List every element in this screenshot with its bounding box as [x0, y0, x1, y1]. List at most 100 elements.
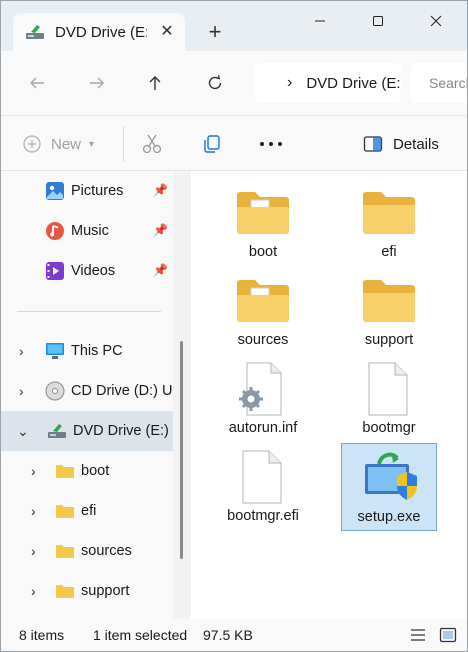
file-name: bootmgr	[362, 420, 416, 436]
sidebar-item-label: boot	[81, 463, 110, 479]
sidebar-item-label: CD Drive (D:) U	[71, 383, 173, 399]
file-icon	[368, 362, 408, 416]
maximize-icon	[373, 16, 383, 26]
copy-button[interactable]	[201, 126, 223, 162]
item-count: 8 items	[19, 627, 65, 643]
sidebar-item-folder-sources[interactable]: › sources	[1, 531, 173, 571]
dvd-drive-icon	[26, 25, 44, 39]
status-bar: 8 items 1 item selected 97.5 KB	[1, 619, 467, 651]
file-name: setup.exe	[357, 509, 421, 525]
details-button[interactable]: Details	[363, 126, 439, 162]
file-name: sources	[237, 332, 289, 348]
chevron-right-icon[interactable]: ›	[19, 383, 24, 399]
sidebar-item-pictures[interactable]: Pictures 📌	[1, 171, 173, 211]
command-separator	[123, 126, 124, 162]
sidebar-item-folder-boot[interactable]: › boot	[1, 451, 173, 491]
up-arrow-icon	[149, 76, 161, 90]
navigation-scrollbar[interactable]	[180, 341, 183, 559]
chevron-right-icon[interactable]: ›	[19, 343, 24, 359]
forward-arrow-icon	[90, 77, 104, 89]
file-item-bootmgr[interactable]: bootmgr	[341, 361, 437, 437]
folder-icon	[237, 192, 289, 234]
chevron-right-icon[interactable]: ›	[31, 463, 36, 479]
back-arrow-icon	[30, 77, 44, 89]
more-options-button[interactable]	[259, 126, 283, 162]
cut-button[interactable]	[141, 126, 163, 162]
chevron-right-icon[interactable]: ›	[31, 543, 36, 559]
details-pane-icon	[363, 136, 383, 152]
selection-size: 97.5 KB	[203, 627, 253, 643]
sidebar-item-cd-drive[interactable]: › CD Drive (D:) U	[1, 371, 173, 411]
cd-drive-icon	[45, 381, 65, 401]
refresh-button[interactable]	[197, 65, 233, 101]
pictures-icon	[45, 181, 65, 201]
command-bar: New ▾ Details	[1, 115, 467, 171]
sidebar-item-dvd-drive[interactable]: ⌄ DVD Drive (E:) I	[1, 411, 173, 451]
sidebar-item-label: This PC	[71, 343, 123, 359]
sidebar-item-label: sources	[81, 543, 132, 559]
file-name: bootmgr.efi	[227, 508, 299, 524]
chevron-right-icon[interactable]: ›	[31, 503, 36, 519]
sidebar-item-label: Pictures	[71, 183, 124, 199]
sidebar-item-videos[interactable]: Videos 📌	[1, 251, 173, 291]
chevron-down-icon: ▾	[89, 138, 95, 150]
sidebar-item-folder-efi[interactable]: › efi	[1, 491, 173, 531]
breadcrumb-chevron-icon: ›	[287, 74, 293, 91]
maximize-button[interactable]	[355, 5, 401, 37]
this-pc-icon	[45, 341, 65, 361]
videos-icon	[45, 261, 65, 281]
file-item-bootmgr-efi[interactable]: bootmgr.efi	[215, 449, 311, 525]
close-icon	[430, 15, 442, 27]
folder-icon	[363, 192, 415, 234]
file-icon	[242, 450, 282, 504]
close-tab-icon[interactable]: ✕	[157, 22, 177, 42]
file-name: support	[364, 332, 414, 348]
file-item-support[interactable]: support	[341, 273, 437, 349]
tab-title: DVD Drive (E:)	[55, 23, 147, 41]
file-name: autorun.inf	[228, 420, 298, 436]
scissors-icon	[142, 134, 162, 154]
minimize-icon	[315, 20, 325, 22]
chevron-down-icon[interactable]: ⌄	[17, 423, 29, 440]
settings-file-icon	[239, 362, 282, 416]
folder-icon	[55, 541, 75, 561]
new-button[interactable]: New ▾	[23, 126, 94, 162]
address-path[interactable]: DVD Drive (E:)	[306, 75, 401, 92]
details-view-icon[interactable]	[409, 627, 427, 643]
sidebar-item-label: Music	[71, 223, 109, 239]
sidebar-item-folder-support[interactable]: › support	[1, 571, 173, 611]
file-item-autorun[interactable]: autorun.inf	[215, 361, 311, 437]
sidebar-item-this-pc[interactable]: › This PC	[1, 331, 173, 371]
chevron-right-icon[interactable]: ›	[31, 583, 36, 599]
file-item-boot[interactable]: boot	[215, 185, 311, 261]
pin-icon: 📌	[153, 223, 168, 237]
music-icon	[45, 221, 65, 241]
file-item-efi[interactable]: efi	[341, 185, 437, 261]
file-item-sources[interactable]: sources	[215, 273, 311, 349]
sidebar-item-label: DVD Drive (E:) I	[73, 423, 173, 439]
navigation-bar: › DVD Drive (E:) Search DVD Drive (E:)	[1, 51, 467, 115]
setup-exe-icon	[365, 452, 417, 500]
sidebar-item-music[interactable]: Music 📌	[1, 211, 173, 251]
copy-icon	[204, 135, 220, 153]
dvd-drive-icon	[47, 421, 67, 441]
pin-icon: 📌	[153, 263, 168, 277]
close-window-button[interactable]	[413, 5, 459, 37]
up-button[interactable]	[137, 65, 173, 101]
new-tab-button[interactable]: +	[201, 19, 229, 47]
address-bar[interactable]: › DVD Drive (E:)	[255, 63, 401, 103]
back-button[interactable]	[19, 65, 55, 101]
sidebar-item-label: Videos	[71, 263, 116, 279]
new-label: New	[51, 135, 82, 153]
large-icons-view-icon[interactable]	[439, 627, 457, 643]
plus-circle-icon	[23, 135, 41, 153]
details-label: Details	[393, 135, 439, 153]
pin-icon: 📌	[153, 183, 168, 197]
tab-dvd-drive[interactable]: DVD Drive (E:) ✕	[13, 13, 185, 51]
forward-button[interactable]	[79, 65, 115, 101]
search-box[interactable]: Search DVD Drive (E:)	[411, 63, 467, 103]
file-item-setup-exe[interactable]: setup.exe	[341, 443, 437, 531]
file-name: boot	[248, 244, 278, 260]
minimize-button[interactable]	[297, 5, 343, 37]
folder-icon	[55, 461, 75, 481]
